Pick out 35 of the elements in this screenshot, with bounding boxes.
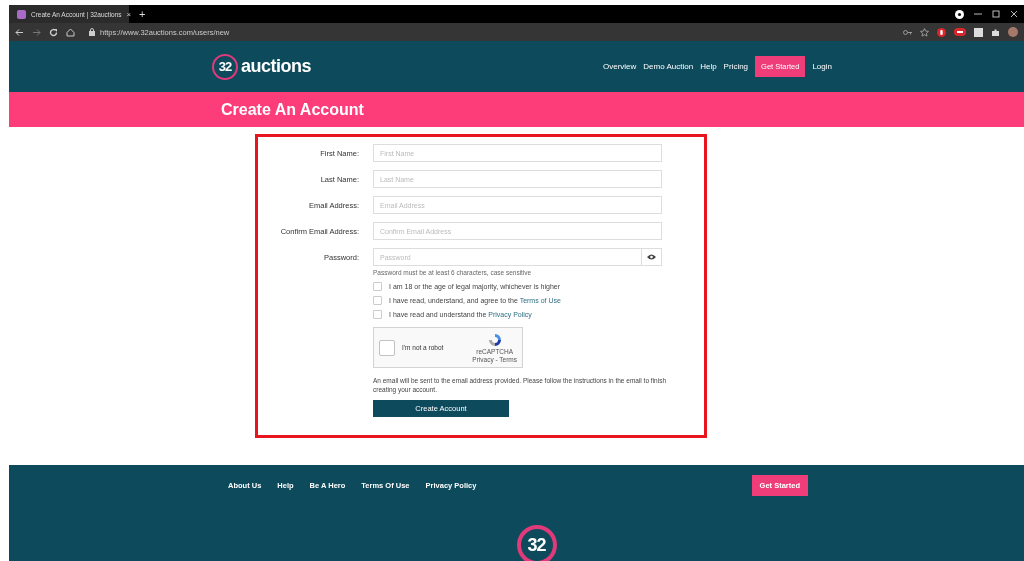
reload-icon[interactable] xyxy=(49,27,58,37)
minimize-icon[interactable] xyxy=(974,10,982,18)
logo-mark: 32 xyxy=(218,59,232,74)
nav-link[interactable]: Help xyxy=(700,62,717,71)
profile-icon[interactable] xyxy=(955,9,964,19)
logo[interactable]: 32 auctions xyxy=(212,53,311,80)
page-title: Create An Account xyxy=(221,100,364,119)
extension-icon[interactable] xyxy=(954,28,966,36)
checkbox[interactable] xyxy=(379,339,395,356)
checkbox[interactable] xyxy=(373,296,382,305)
footer-logo[interactable]: 32 xyxy=(516,525,557,561)
extension-icon[interactable] xyxy=(974,27,983,37)
close-tab-button[interactable]: × xyxy=(126,9,132,19)
recaptcha-icon[interactable] xyxy=(487,332,502,347)
key-icon[interactable] xyxy=(903,27,912,37)
star-icon[interactable] xyxy=(920,27,929,37)
favicon-icon[interactable] xyxy=(17,9,26,19)
checkbox[interactable] xyxy=(373,282,382,291)
close-icon[interactable] xyxy=(1010,10,1018,18)
eye-icon xyxy=(647,254,656,260)
new-tab-button[interactable]: + xyxy=(139,8,146,20)
nav-link[interactable]: Overview xyxy=(603,62,637,71)
home-icon[interactable] xyxy=(66,27,75,37)
avatar-icon[interactable] xyxy=(1008,27,1018,37)
logo-wordmark: auctions xyxy=(241,56,311,77)
extension-icon[interactable] xyxy=(937,27,946,37)
nav-link[interactable]: Login xyxy=(812,62,832,71)
show-password-button[interactable] xyxy=(642,248,662,266)
checkbox[interactable] xyxy=(373,310,382,319)
nav-link[interactable]: Demo Auction xyxy=(643,62,694,71)
lock-icon[interactable] xyxy=(89,28,95,36)
maximize-icon[interactable] xyxy=(992,10,1000,18)
forward-icon[interactable] xyxy=(32,27,41,37)
nav-link[interactable]: Pricing xyxy=(723,62,749,71)
back-icon[interactable] xyxy=(15,27,24,37)
